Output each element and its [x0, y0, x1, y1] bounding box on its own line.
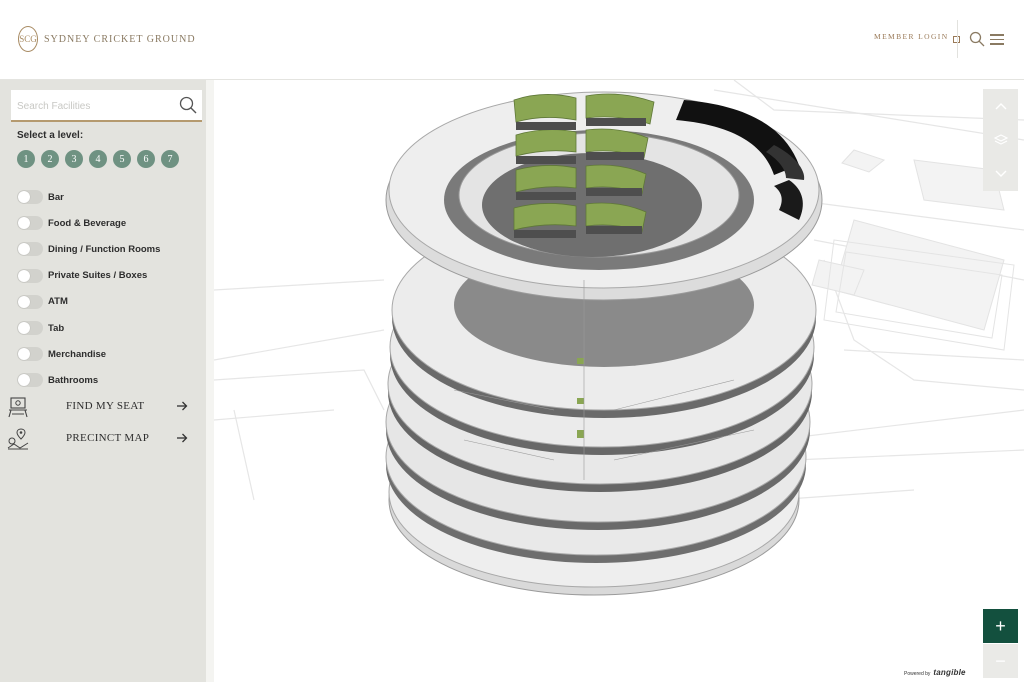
logo-text: SYDNEY CRICKET GROUND — [44, 33, 196, 45]
facility-label: Private Suites / Boxes — [48, 270, 148, 282]
level-button-4[interactable]: 4 — [89, 150, 107, 168]
layers-icon — [993, 134, 1008, 145]
member-login-link[interactable]: MEMBER LOGIN — [874, 30, 960, 43]
search-icon[interactable] — [179, 96, 197, 114]
level-button-5[interactable]: 5 — [113, 150, 131, 168]
chevron-down-icon — [995, 170, 1006, 177]
logo[interactable]: SCG SYDNEY CRICKET GROUND — [18, 26, 196, 52]
level-label: Select a level: — [17, 130, 84, 141]
find-my-seat-link[interactable]: FIND MY SEAT — [6, 394, 192, 420]
level-controls — [983, 89, 1018, 191]
facility-label: Bar — [48, 191, 64, 203]
search-box — [11, 90, 202, 122]
facility-label: Bathrooms — [48, 374, 99, 386]
level-button-3[interactable]: 3 — [65, 150, 83, 168]
level-up-button[interactable] — [983, 89, 1018, 123]
facility-toggle-suites[interactable]: Private Suites / Boxes — [17, 263, 160, 289]
toggle-switch[interactable] — [17, 373, 43, 388]
facility-filter-list: Bar Food & Beverage Dining / Function Ro… — [17, 184, 160, 394]
toggle-switch[interactable] — [17, 347, 43, 362]
level-button-1[interactable]: 1 — [17, 150, 35, 168]
toggle-switch[interactable] — [17, 268, 43, 283]
chevron-up-icon — [995, 103, 1006, 110]
facility-label: Tab — [48, 322, 65, 334]
sidebar-edge — [206, 80, 214, 682]
powered-by-brand: tangible — [933, 668, 966, 677]
powered-by-credit[interactable]: Powered by tangible — [904, 668, 966, 677]
stadium-3d-map[interactable] — [214, 80, 1024, 682]
powered-by-label: Powered by — [904, 671, 931, 677]
facility-toggle-bar[interactable]: Bar — [17, 184, 160, 210]
facility-toggle-bathrooms[interactable]: Bathrooms — [17, 367, 160, 393]
facility-toggle-tab[interactable]: Tab — [17, 315, 160, 341]
facility-toggle-merchandise[interactable]: Merchandise — [17, 341, 160, 367]
level-button-7[interactable]: 7 — [161, 150, 179, 168]
facility-label: ATM — [48, 296, 68, 308]
precinct-map-label: PRECINCT MAP — [66, 432, 150, 444]
site-header: SCG SYDNEY CRICKET GROUND MEMBER LOGIN — [0, 0, 1024, 80]
arrow-right-icon — [177, 401, 188, 411]
level-button-6[interactable]: 6 — [137, 150, 155, 168]
toggle-switch[interactable] — [17, 294, 43, 309]
menu-icon[interactable] — [990, 34, 1004, 45]
seat-icon — [8, 397, 28, 418]
zoom-in-button[interactable]: + — [983, 609, 1018, 643]
zoom-out-button[interactable]: − — [983, 644, 1018, 678]
facility-toggle-dining[interactable]: Dining / Function Rooms — [17, 236, 160, 262]
facility-label: Dining / Function Rooms — [48, 243, 161, 255]
toggle-switch[interactable] — [17, 242, 43, 257]
facility-label: Merchandise — [48, 348, 107, 360]
toggle-switch[interactable] — [17, 190, 43, 205]
arrow-right-icon — [177, 433, 188, 443]
level-down-button[interactable] — [983, 157, 1018, 191]
facility-toggle-food-beverage[interactable]: Food & Beverage — [17, 210, 160, 236]
map-pin-icon — [7, 428, 29, 450]
layers-button[interactable] — [983, 123, 1018, 157]
search-input[interactable] — [17, 96, 167, 116]
toggle-switch[interactable] — [17, 321, 43, 336]
header-divider — [957, 20, 958, 58]
precinct-map-link[interactable]: PRECINCT MAP — [6, 426, 192, 452]
find-my-seat-label: FIND MY SEAT — [66, 400, 145, 412]
facility-label: Food & Beverage — [48, 217, 127, 229]
stadium-model — [214, 80, 1024, 596]
facility-toggle-atm[interactable]: ATM — [17, 289, 160, 315]
level-selector: 1 2 3 4 5 6 7 — [17, 150, 179, 168]
level-button-2[interactable]: 2 — [41, 150, 59, 168]
facilities-sidebar: Select a level: 1 2 3 4 5 6 7 Bar Food &… — [0, 80, 206, 682]
search-icon[interactable] — [969, 31, 985, 47]
logo-icon: SCG — [18, 26, 38, 52]
toggle-switch[interactable] — [17, 216, 43, 231]
member-login-label: MEMBER LOGIN — [874, 32, 949, 41]
